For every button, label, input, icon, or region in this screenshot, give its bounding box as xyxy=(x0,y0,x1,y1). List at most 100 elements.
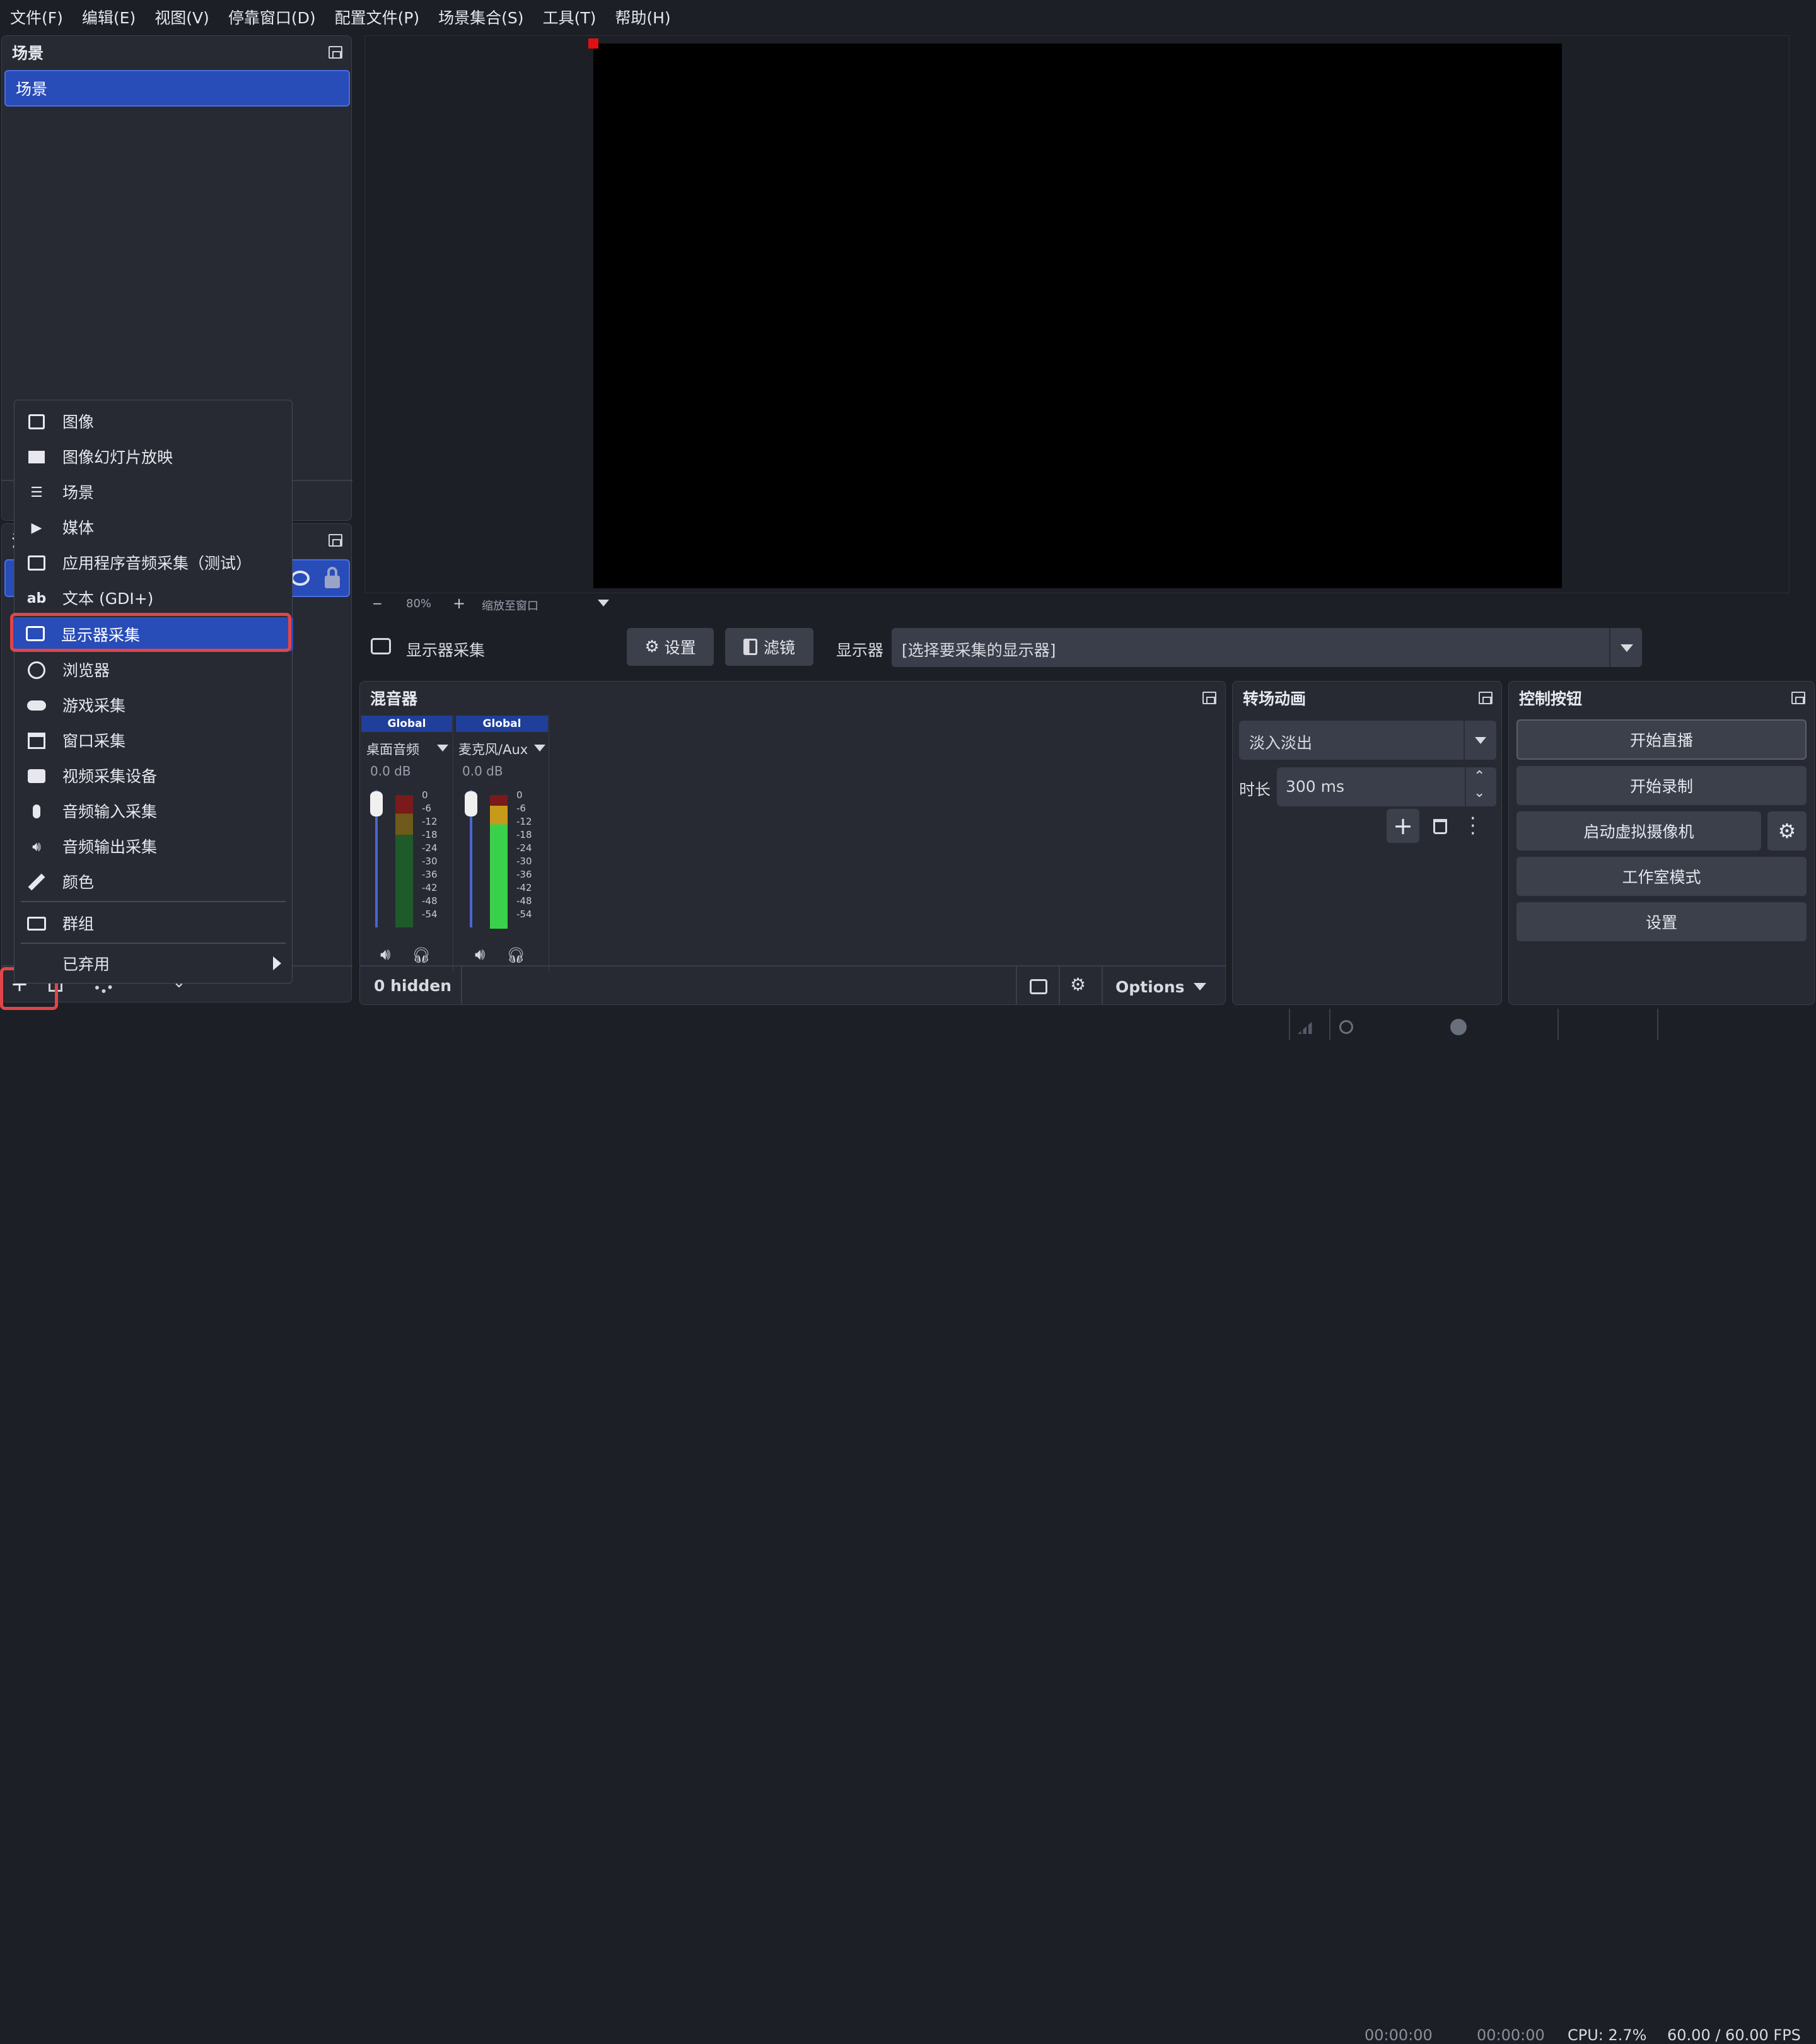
virtual-camera-settings-gear-icon[interactable]: ⚙ xyxy=(1767,811,1807,851)
menu-item-app-audio[interactable]: 应用程序音频采集（测试） xyxy=(15,547,292,578)
streaming-status-icon xyxy=(1339,1020,1353,1034)
channel-menu-icon[interactable] xyxy=(534,745,545,752)
menu-file[interactable]: 文件(F) xyxy=(10,6,63,28)
undock-icon[interactable] xyxy=(1479,692,1493,704)
menu-item-video-capture[interactable]: 视频采集设备 xyxy=(15,760,292,791)
menu-scene-collection[interactable]: 场景集合(S) xyxy=(438,6,523,28)
zoom-dropdown-icon[interactable] xyxy=(598,600,609,607)
menu-view[interactable]: 视图(V) xyxy=(154,6,209,28)
increment-arrow-icon[interactable]: ⌃ xyxy=(1474,769,1485,784)
mute-speaker-icon[interactable]: 🔊︎ xyxy=(380,945,390,965)
volume-slider-handle[interactable] xyxy=(370,791,383,816)
menu-item-browser[interactable]: 浏览器 xyxy=(15,654,292,685)
volume-slider-handle[interactable] xyxy=(465,791,477,816)
meter-scale: 0 -6 -12 -18 -24 -30 -36 -42 -48 -54 xyxy=(422,789,438,920)
channel-menu-icon[interactable] xyxy=(437,745,448,752)
mixer-toolbar: 0 hidden ⚙ Options xyxy=(360,965,1225,1004)
transition-select[interactable]: 淡入淡出 xyxy=(1239,721,1496,760)
start-recording-button[interactable]: 开始录制 xyxy=(1516,766,1807,805)
slideshow-icon xyxy=(27,448,46,466)
display-select[interactable]: [选择要采集的显示器] xyxy=(892,628,1642,667)
duration-spinbox[interactable]: 300 ms ⌃ ⌄ xyxy=(1277,767,1496,806)
record-timer: 00:00:00 xyxy=(1477,2026,1545,2044)
source-settings-button[interactable]: ⚙ 设置 xyxy=(627,628,714,666)
menu-profile[interactable]: 配置文件(P) xyxy=(335,6,420,28)
undock-icon[interactable] xyxy=(1791,692,1805,704)
add-transition-button[interactable]: + xyxy=(1387,809,1419,843)
menu-edit[interactable]: 编辑(E) xyxy=(82,6,136,28)
monitor-icon xyxy=(371,638,391,654)
list-icon: ☰ xyxy=(30,484,43,501)
gear-icon: ⚙ xyxy=(644,637,660,656)
toolbar-divider xyxy=(1059,967,1060,1004)
chevron-down-icon xyxy=(1475,737,1486,744)
start-streaming-button[interactable]: 开始直播 xyxy=(1516,719,1807,760)
channel-name: 麦克风/Aux xyxy=(458,742,528,757)
menu-item-deprecated[interactable]: 已弃用 xyxy=(15,948,292,979)
menu-item-media[interactable]: ▶ 媒体 xyxy=(15,511,292,543)
menu-help[interactable]: 帮助(H) xyxy=(615,6,670,28)
camera-icon xyxy=(27,767,46,785)
menu-separator xyxy=(21,943,286,944)
menu-item-group[interactable]: 群组 xyxy=(15,907,292,939)
trash-icon[interactable] xyxy=(1433,819,1447,834)
chevron-down-icon xyxy=(1621,644,1633,652)
chevron-down-icon xyxy=(1193,983,1206,990)
mute-speaker-icon[interactable]: 🔊︎ xyxy=(475,945,485,965)
globe-icon xyxy=(27,661,46,679)
monitor-headphones-icon[interactable]: 🎧︎ xyxy=(412,946,431,964)
menu-item-game-capture[interactable]: 游戏采集 xyxy=(15,689,292,721)
options-button[interactable]: Options xyxy=(1115,975,1210,998)
status-divider xyxy=(1557,1009,1559,1040)
visibility-eye-icon[interactable] xyxy=(291,571,310,586)
preview-area xyxy=(364,35,1790,613)
menu-item-color[interactable]: 颜色 xyxy=(15,866,292,897)
undock-icon[interactable] xyxy=(329,534,342,547)
mixer-channel-desktop: Global 桌面音频 0.0 dB 0 -6 -12 -18 -24 -30 … xyxy=(360,714,453,972)
more-options-icon[interactable]: · · · xyxy=(1470,810,1476,844)
menu-item-audio-output[interactable]: 🔊︎ 音频输出采集 xyxy=(15,830,292,862)
level-meter xyxy=(395,795,413,927)
menu-item-scene[interactable]: ☰ 场景 xyxy=(15,476,292,508)
advanced-audio-gear-icon[interactable]: ⚙ xyxy=(1070,974,1086,995)
source-filters-button[interactable]: 滤镜 xyxy=(725,628,813,666)
window-icon xyxy=(27,732,46,750)
toolbar-divider xyxy=(1102,967,1103,1004)
lock-shackle xyxy=(327,567,337,578)
selected-source-name: 显示器采集 xyxy=(406,641,486,659)
scene-list-item[interactable]: 场景 xyxy=(4,70,350,107)
monitor-headphones-icon[interactable]: 🎧︎ xyxy=(506,946,525,964)
menubar: 文件(F) 编辑(E) 视图(V) 停靠窗口(D) 配置文件(P) 场景集合(S… xyxy=(0,0,1816,34)
status-divider xyxy=(1657,1009,1658,1040)
source-selection-handle[interactable] xyxy=(588,38,598,49)
start-virtual-camera-button[interactable]: 启动虚拟摄像机 xyxy=(1516,811,1761,851)
controls-dock-title: 控制按钮 xyxy=(1509,682,1814,714)
transitions-dock-title: 转场动画 xyxy=(1233,682,1501,714)
zoom-in-button[interactable]: + xyxy=(453,595,465,612)
transitions-dock: 转场动画 淡入淡出 时长 300 ms ⌃ ⌄ + · · · xyxy=(1232,681,1502,1005)
menu-item-window-capture[interactable]: 窗口采集 xyxy=(15,724,292,756)
source-context-toolbar: 显示器采集 ⚙ 设置 滤镜 显示器 [选择要采集的显示器] xyxy=(364,624,1790,671)
preview-canvas[interactable] xyxy=(593,44,1562,588)
microphone-icon xyxy=(27,803,46,820)
vertical-layout-icon[interactable] xyxy=(1030,979,1047,994)
settings-button[interactable]: 设置 xyxy=(1516,902,1807,941)
brush-icon xyxy=(27,873,46,891)
zoom-out-button[interactable]: − xyxy=(372,596,383,611)
toolbar-divider xyxy=(1016,967,1017,1004)
zoom-fit-label[interactable]: 缩放至窗口 xyxy=(482,597,538,613)
decrement-arrow-icon[interactable]: ⌄ xyxy=(1474,785,1485,801)
undock-icon[interactable] xyxy=(329,46,342,59)
menu-item-image[interactable]: 图像 xyxy=(15,405,292,437)
dropdown-divider xyxy=(1609,628,1610,667)
studio-mode-button[interactable]: 工作室模式 xyxy=(1516,857,1807,896)
menu-separator xyxy=(21,901,286,902)
speaker-icon: 🔊︎ xyxy=(32,839,41,855)
app-audio-icon xyxy=(27,554,46,572)
menu-tools[interactable]: 工具(T) xyxy=(543,6,597,28)
menu-item-text-gdi[interactable]: ab 文本 (GDI+) xyxy=(15,582,292,613)
menu-docks[interactable]: 停靠窗口(D) xyxy=(228,6,316,28)
undock-icon[interactable] xyxy=(1202,692,1216,704)
menu-item-slideshow[interactable]: 图像幻灯片放映 xyxy=(15,441,292,472)
menu-item-audio-input[interactable]: 音频输入采集 xyxy=(15,795,292,827)
